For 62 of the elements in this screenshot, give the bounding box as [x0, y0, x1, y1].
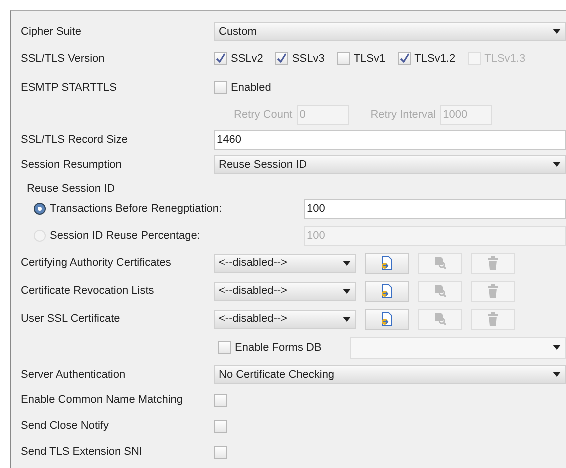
- icon-button[interactable]: [365, 252, 409, 274]
- dropdown[interactable]: Reuse Session ID: [214, 155, 566, 174]
- field-label: Retry Interval: [370, 108, 436, 120]
- icon-button[interactable]: [365, 308, 409, 330]
- checkbox-label: TLSv1.2: [414, 52, 456, 64]
- field-label: Server Authentication: [21, 368, 127, 380]
- trash-icon: [487, 284, 499, 298]
- field-label: Certificate Revocation Lists: [21, 285, 156, 297]
- checkbox-label: SSLv2: [231, 52, 264, 64]
- dropdown[interactable]: <--disabled-->: [214, 310, 356, 328]
- radio-button[interactable]: [34, 202, 46, 214]
- field-label: Send Close Notify: [21, 420, 110, 432]
- caret-icon: [343, 260, 351, 266]
- icon-button[interactable]: [365, 280, 409, 302]
- document-magnifier-icon: [433, 284, 447, 298]
- checkbox-label: Enable Forms DB: [235, 342, 322, 354]
- checkbox-label: TLSv1: [354, 52, 386, 64]
- document-arrow-icon: [380, 312, 394, 326]
- checkbox[interactable]: [214, 420, 227, 432]
- field-label: Session Resumption: [21, 158, 123, 170]
- text-field[interactable]: 1460: [214, 130, 566, 150]
- caret-icon: [343, 288, 351, 294]
- document-magnifier-icon: [433, 312, 447, 326]
- caret-icon: [553, 29, 561, 34]
- dropdown[interactable]: [350, 336, 566, 358]
- checkbox-label: TLSv1.3: [484, 52, 526, 64]
- dropdown[interactable]: <--disabled-->: [214, 282, 356, 300]
- field-label: Cipher Suite: [21, 26, 83, 38]
- checkbox[interactable]: [214, 394, 227, 406]
- checkbox[interactable]: [214, 81, 227, 94]
- caret-icon: [553, 372, 561, 377]
- field-label: User SSL Certificate: [21, 313, 122, 325]
- field-label: SSL/TLS Version: [21, 52, 106, 64]
- radio-label: Transactions Before Renegptiation:: [50, 202, 222, 214]
- dropdown[interactable]: No Certificate Checking: [214, 365, 566, 384]
- caret-icon: [343, 316, 351, 322]
- checkbox[interactable]: [336, 52, 350, 65]
- caret-icon: [553, 162, 561, 167]
- checkbox-label: SSLv3: [292, 52, 325, 64]
- dropdown[interactable]: <--disabled-->: [214, 254, 356, 272]
- checkbox[interactable]: [275, 52, 288, 65]
- checkbox-label: Enabled: [231, 82, 272, 94]
- checkbox[interactable]: [398, 52, 411, 65]
- text-field[interactable]: 100: [304, 198, 566, 218]
- radio-label: Session ID Reuse Percentage:: [50, 230, 200, 242]
- trash-icon: [487, 256, 499, 270]
- document-arrow-icon: [380, 284, 394, 298]
- field-label: ESMTP STARTTLS: [21, 82, 118, 94]
- caret-icon: [553, 345, 561, 350]
- field-label: Send TLS Extension SNI: [21, 446, 144, 458]
- checkbox[interactable]: [214, 446, 227, 458]
- dropdown[interactable]: Custom: [214, 22, 566, 41]
- document-magnifier-icon: [433, 256, 447, 270]
- field-label: Certifying Authority Certificates: [21, 257, 172, 269]
- group-title: Reuse Session ID: [26, 182, 116, 195]
- checkbox[interactable]: [214, 52, 227, 65]
- field-label: Retry Count: [234, 108, 293, 120]
- document-arrow-icon: [380, 256, 394, 270]
- trash-icon: [487, 312, 499, 326]
- field-label: Enable Common Name Matching: [21, 394, 184, 406]
- field-label: SSL/TLS Record Size: [21, 134, 129, 146]
- checkbox[interactable]: [218, 341, 231, 354]
